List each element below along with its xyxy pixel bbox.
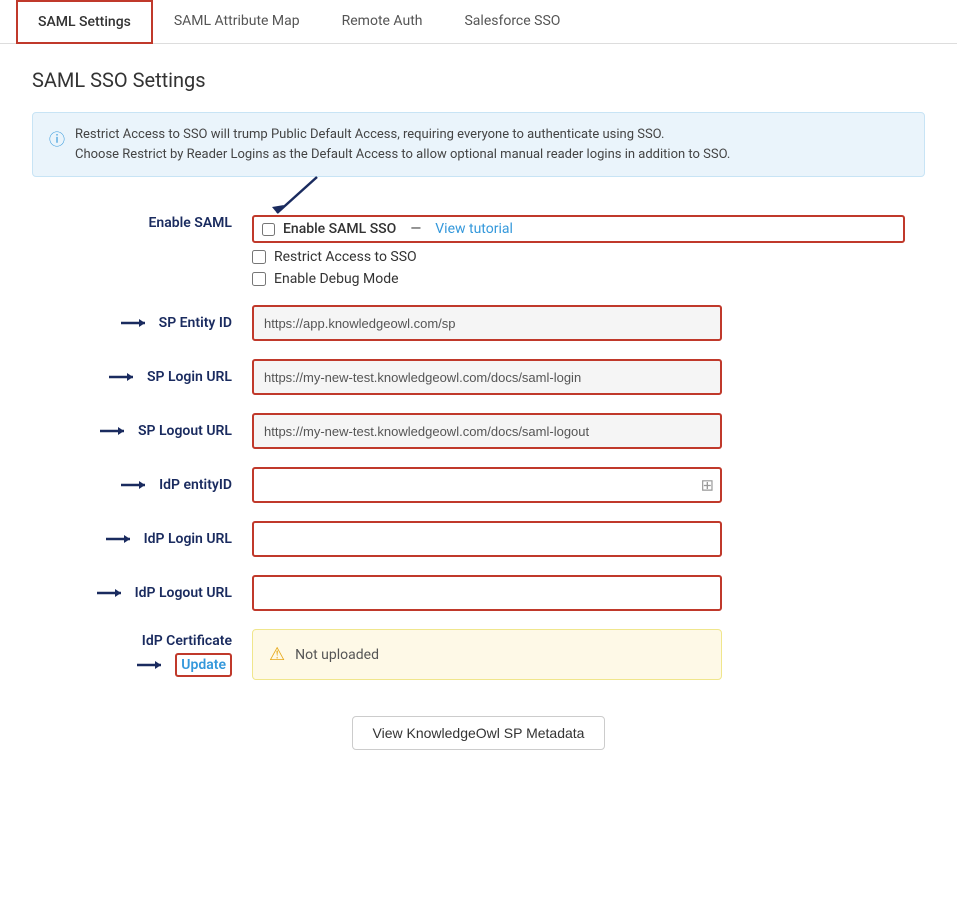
enable-saml-label: Enable SAML [52,215,252,231]
debug-mode-label[interactable]: Enable Debug Mode [274,271,399,287]
sp-login-url-controls [252,359,905,395]
tab-salesforce-sso[interactable]: Salesforce SSO [443,0,581,44]
idp-certificate-row: IdP Certificate Update ⚠ Not uploaded [52,629,905,680]
info-icon: ⓘ [49,126,65,150]
sp-logout-url-row: SP Logout URL [52,413,905,449]
sp-logout-url-label: SP Logout URL [52,423,252,439]
sp-entity-id-row: SP Entity ID [52,305,905,341]
arrow-sp-entity-svg [121,316,153,330]
info-box: ⓘ Restrict Access to SSO will trump Publ… [32,112,925,177]
idp-entity-id-row: IdP entityID ⊞ [52,467,905,503]
arrow-icon-idp-logout [97,586,129,600]
enable-saml-controls: Enable SAML SSO — View tutorial Restrict… [252,215,905,287]
sp-logout-url-input[interactable] [252,413,722,449]
sp-entity-id-label: SP Entity ID [52,315,252,331]
idp-entity-id-input[interactable] [252,467,722,503]
arrow-icon-idp-entity [121,478,153,492]
page-title: SAML SSO Settings [32,68,925,92]
idp-login-url-controls [252,521,905,557]
arrow-icon-idp-cert [137,658,169,672]
arrow-idp-login-svg [106,532,138,546]
idp-logout-url-controls [252,575,905,611]
arrow-sp-login-svg [109,370,141,384]
tabs-nav: SAML Settings SAML Attribute Map Remote … [0,0,957,44]
debug-mode-checkbox[interactable] [252,272,266,286]
enable-saml-checkbox-label[interactable]: Enable SAML SSO [283,221,396,237]
arrow-sp-logout-svg [100,424,132,438]
arrow-icon-sp-login [109,370,141,384]
restrict-access-row: Restrict Access to SSO [252,249,905,265]
sp-entity-id-controls [252,305,905,341]
warning-icon: ⚠ [269,644,285,665]
sp-logout-url-controls [252,413,905,449]
idp-entity-id-controls: ⊞ [252,467,905,503]
idp-logout-url-label: IdP Logout URL [52,585,252,601]
sp-login-url-input[interactable] [252,359,722,395]
idp-entity-id-label: IdP entityID [52,477,252,493]
view-tutorial-link[interactable]: View tutorial [435,221,513,237]
info-box-text: Restrict Access to SSO will trump Public… [75,125,730,164]
tab-saml-attribute-map[interactable]: SAML Attribute Map [153,0,321,44]
sp-login-url-label: SP Login URL [52,369,252,385]
idp-login-url-input[interactable] [252,521,722,557]
idp-logout-url-input[interactable] [252,575,722,611]
sp-entity-id-input[interactable] [252,305,722,341]
idp-login-url-row: IdP Login URL [52,521,905,557]
arrow-idp-cert-svg [137,658,169,672]
certificate-status-box: ⚠ Not uploaded [252,629,722,680]
diagonal-arrow-svg [272,177,332,221]
page-content: SAML SSO Settings ⓘ Restrict Access to S… [0,44,957,774]
not-uploaded-text: Not uploaded [295,647,379,663]
arrow-icon-idp-login [106,532,138,546]
update-certificate-link[interactable]: Update [175,653,232,677]
tab-remote-auth[interactable]: Remote Auth [321,0,444,44]
sp-login-url-row: SP Login URL [52,359,905,395]
enable-saml-row: Enable SAML Enable SAML SSO — View tutor… [52,205,905,287]
metadata-button-row: View KnowledgeOwl SP Metadata [52,700,905,750]
form-section: Enable SAML Enable SAML SSO — View tutor… [32,205,925,750]
separator: — [410,221,421,237]
restrict-access-checkbox[interactable] [252,250,266,264]
arrow-icon-sp-logout [100,424,132,438]
idp-logout-url-row: IdP Logout URL [52,575,905,611]
view-metadata-button[interactable]: View KnowledgeOwl SP Metadata [352,716,606,750]
idp-certificate-label: IdP Certificate Update [52,633,252,677]
debug-mode-row: Enable Debug Mode [252,271,905,287]
arrow-idp-entity-svg [121,478,153,492]
enable-saml-checkbox-box: Enable SAML SSO — View tutorial [252,215,905,243]
arrow-idp-logout-svg [97,586,129,600]
enable-saml-checkbox[interactable] [262,223,275,236]
idp-entity-id-wrapper: ⊞ [252,467,722,503]
tab-saml-settings[interactable]: SAML Settings [16,0,153,44]
table-icon: ⊞ [701,476,714,495]
idp-certificate-controls: ⚠ Not uploaded [252,629,905,680]
arrow-icon-sp-entity [121,316,153,330]
idp-login-url-label: IdP Login URL [52,531,252,547]
restrict-access-label[interactable]: Restrict Access to SSO [274,249,417,265]
